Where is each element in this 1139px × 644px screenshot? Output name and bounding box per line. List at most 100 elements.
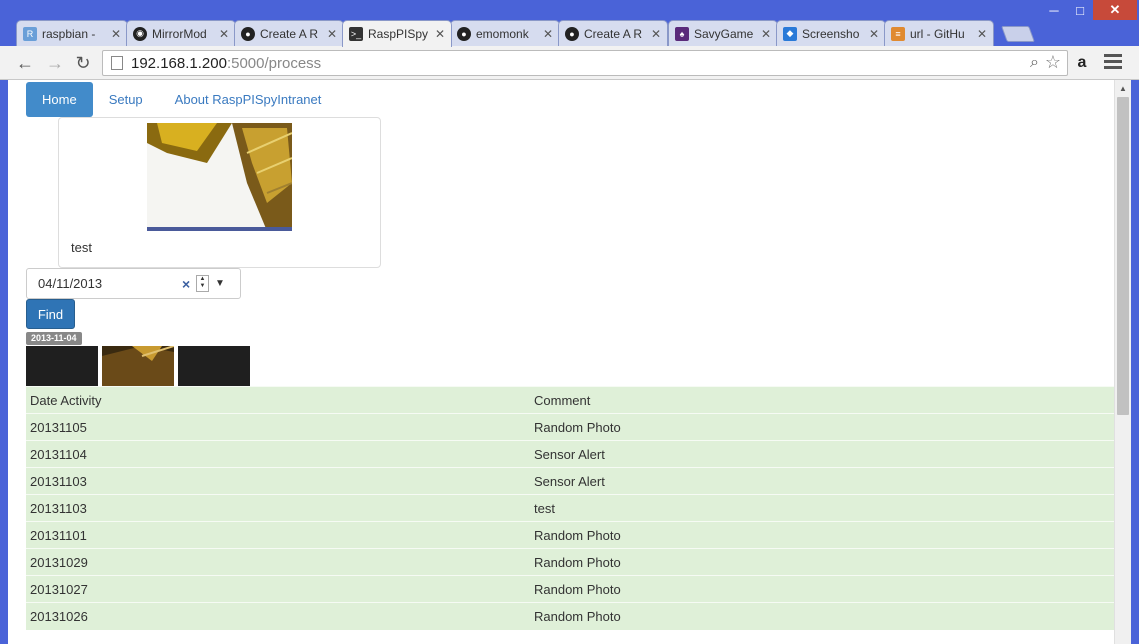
date-cell: 20131029 (26, 548, 530, 576)
minimize-button[interactable]: ─ (1041, 0, 1067, 20)
date-cell: 20131027 (26, 575, 530, 603)
tab-raspbian[interactable]: R raspbian - ✕ (16, 20, 128, 46)
browser-toolbar: ← → ↻ 192.168.1.200:5000/process ⌕ ☆ a (0, 46, 1139, 80)
table-row: 20131105 Random Photo (26, 413, 1114, 441)
tab-close-icon[interactable]: ✕ (219, 27, 229, 41)
close-window-button[interactable]: ✕ (1093, 0, 1137, 20)
nav-home[interactable]: Home (26, 82, 93, 117)
table-header-row: Date Activity Comment (26, 386, 1114, 414)
tab-close-icon[interactable]: ✕ (111, 27, 121, 41)
tab-strip: R raspbian - ✕ ◉ MirrorMod ✕ ● Create A … (8, 20, 1108, 47)
column-header: Date Activity (26, 386, 530, 414)
github-icon: ● (457, 26, 471, 41)
date-spinner[interactable]: ▲ ▼ (196, 275, 209, 292)
dropdown-icon[interactable]: ▼ (215, 278, 225, 289)
comment-cell: Random Photo (530, 413, 1114, 441)
scroll-up-icon[interactable]: ▲ (1115, 80, 1131, 97)
activity-table: Date Activity Comment 20131105 Random Pho… (26, 386, 1114, 630)
tab-create-a-r-2[interactable]: ● Create A R ✕ (558, 20, 668, 46)
stackoverflow-icon: ≡ (891, 26, 905, 41)
raspbian-icon: R (23, 26, 37, 41)
date-cell: 20131026 (26, 602, 530, 630)
column-header: Comment (530, 386, 1114, 414)
menu-icon[interactable] (1104, 54, 1122, 70)
tab-close-icon[interactable]: ✕ (327, 27, 337, 41)
tab-screenshot[interactable]: ◆ Screensho ✕ (776, 20, 886, 46)
comment-cell: Random Photo (530, 521, 1114, 549)
date-cell: 20131103 (26, 467, 530, 495)
tab-label: Screensho (802, 26, 860, 41)
photo-caption: test (71, 240, 92, 255)
thumbnail-strip (26, 346, 254, 386)
comment-cell: Sensor Alert (530, 440, 1114, 468)
comment-cell: Sensor Alert (530, 467, 1114, 495)
date-cell: 20131104 (26, 440, 530, 468)
date-cell: 20131101 (26, 521, 530, 549)
thumbnail[interactable] (102, 346, 174, 386)
tab-emomonk[interactable]: ● emomonk ✕ (450, 20, 560, 46)
github-icon: ● (241, 26, 255, 41)
address-bar[interactable]: 192.168.1.200:5000/process ⌕ ☆ (102, 50, 1068, 76)
github-icon: ● (565, 26, 579, 41)
tab-close-icon[interactable]: ✕ (651, 27, 661, 41)
tab-close-icon[interactable]: ✕ (543, 27, 553, 41)
comment-cell: Random Photo (530, 575, 1114, 603)
tab-url-github[interactable]: ≡ url - GitHu ✕ (884, 20, 994, 46)
tab-label: emomonk (476, 26, 529, 41)
url-host: 192.168.1.200 (131, 54, 227, 72)
table-row: 20131104 Sensor Alert (26, 440, 1114, 468)
tab-create-a-r[interactable]: ● Create A R ✕ (234, 20, 344, 46)
savygame-icon: ♠ (675, 26, 689, 41)
bookmark-star-icon[interactable]: ☆ (1045, 52, 1061, 73)
page-viewport: Home Setup About RaspPISpyIntranet test (8, 80, 1131, 644)
latest-photo[interactable] (147, 123, 292, 231)
tab-label: RaspPISpy (368, 27, 429, 41)
tab-label: raspbian - (42, 26, 96, 41)
tab-savygame[interactable]: ♠ SavyGame ✕ (668, 20, 778, 46)
url-text: 192.168.1.200:5000/process (131, 55, 321, 72)
date-value: 04/11/2013 (38, 276, 103, 291)
back-arrow-icon[interactable]: ← (14, 52, 36, 74)
amazon-extension-icon[interactable]: a (1073, 54, 1091, 72)
new-tab-button[interactable] (1001, 26, 1035, 42)
tab-close-icon[interactable]: ✕ (761, 27, 771, 41)
page-scrollbar[interactable]: ▲ (1114, 80, 1131, 644)
comment-cell: Random Photo (530, 548, 1114, 576)
tab-close-icon[interactable]: ✕ (435, 27, 445, 41)
tab-mirrormod[interactable]: ◉ MirrorMod ✕ (126, 20, 236, 46)
tab-raspispy[interactable]: >_ RaspPISpy ✕ (342, 20, 452, 47)
date-cell: 20131103 (26, 494, 530, 522)
thumbnail[interactable] (26, 346, 98, 386)
table-row: 20131026 Random Photo (26, 602, 1114, 630)
mirror-icon: ◉ (133, 26, 147, 41)
tab-label: MirrorMod (152, 26, 207, 41)
date-cell: 20131105 (26, 413, 530, 441)
date-badge: 2013-11-04 (26, 332, 82, 345)
window-controls: ─ □ ✕ (1041, 0, 1137, 20)
date-filter-input[interactable]: 04/11/2013 × ▲ ▼ ▼ (26, 268, 241, 299)
tab-close-icon[interactable]: ✕ (869, 27, 879, 41)
maximize-button[interactable]: □ (1067, 0, 1093, 20)
site-nav: Home Setup About RaspPISpyIntranet (26, 82, 337, 117)
url-path: :5000/process (226, 54, 322, 72)
reload-icon[interactable]: ↻ (72, 52, 94, 74)
photo-card: test (58, 117, 381, 268)
clear-icon[interactable]: × (182, 276, 194, 292)
table-row: 20131029 Random Photo (26, 548, 1114, 576)
forward-arrow-icon[interactable]: → (44, 52, 66, 74)
nav-setup[interactable]: Setup (93, 82, 159, 117)
table-row: 20131103 test (26, 494, 1114, 522)
tab-label: Create A R (260, 26, 319, 41)
thumbnail[interactable] (178, 346, 250, 386)
page-icon (111, 56, 123, 70)
browser-window: ─ □ ✕ R raspbian - ✕ ◉ MirrorMod ✕ ● Cre… (0, 0, 1139, 644)
dropbox-icon: ◆ (783, 26, 797, 41)
tab-label: SavyGame (694, 26, 754, 41)
search-icon[interactable]: ⌕ (1030, 54, 1039, 72)
nav-about[interactable]: About RaspPISpyIntranet (159, 82, 338, 117)
table-row: 20131101 Random Photo (26, 521, 1114, 549)
find-button[interactable]: Find (26, 299, 75, 329)
scrollbar-thumb[interactable] (1117, 97, 1129, 415)
tab-close-icon[interactable]: ✕ (977, 27, 987, 41)
tab-label: Create A R (584, 26, 643, 41)
